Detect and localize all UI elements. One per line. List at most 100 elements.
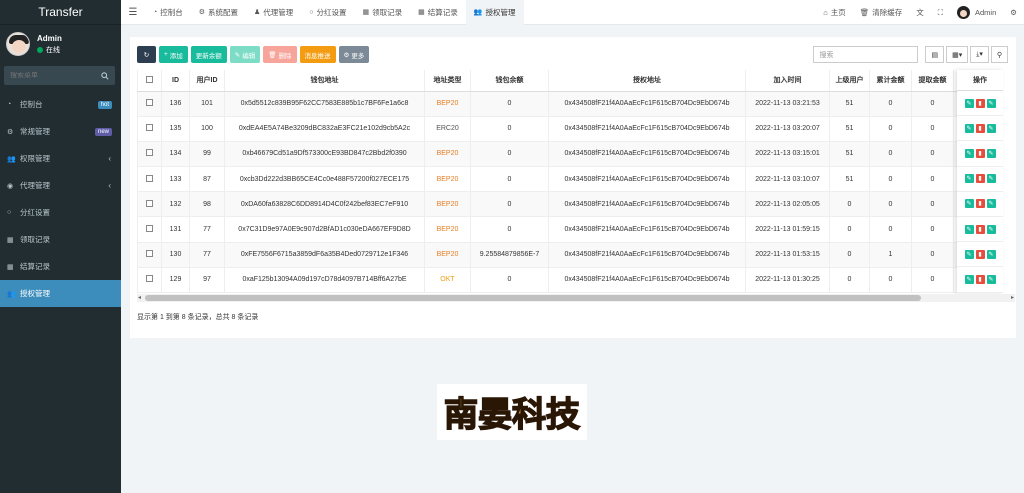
row-checkbox[interactable]	[137, 216, 162, 243]
col-id[interactable]: ID	[161, 70, 190, 92]
tab-agent[interactable]: ♟ 代理管理	[246, 0, 301, 25]
col-total[interactable]: 累计金额	[869, 70, 912, 92]
delete-icon[interactable]: ▮	[975, 274, 985, 284]
sidebar-item-dashboard[interactable]: ◔ 控制台 hot	[0, 91, 121, 118]
table-row[interactable]: 130 77 0xFE7556F6715a3859dF6a35B4Ded072971…	[137, 242, 960, 268]
home-link[interactable]: ⌂ 主页	[816, 7, 853, 18]
col-wallet[interactable]: 钱包地址	[224, 70, 425, 92]
scroll-thumb[interactable]	[145, 295, 921, 301]
search-toggle-icon[interactable]: ⚲	[990, 46, 1008, 63]
scroll-left-icon[interactable]: ◂	[138, 294, 141, 301]
edit-icon[interactable]: ✎	[986, 199, 996, 209]
col-auth-address[interactable]: 授权地址	[548, 70, 746, 92]
tab-dividend[interactable]: ○ 分红设置	[301, 0, 354, 25]
menu-toggle-icon[interactable]: ☰	[121, 7, 145, 18]
tab-authorization[interactable]: 👥 授权管理	[465, 0, 524, 25]
row-checkbox[interactable]	[137, 166, 162, 193]
row-checkbox[interactable]	[137, 191, 162, 218]
sidebar-item-dividend[interactable]: ○ 分红设置	[0, 199, 121, 226]
edit-icon[interactable]: ✎	[986, 98, 996, 108]
table-row[interactable]: 133 87 0xcb3Dd222d3BB65CE4Cc0e488F57200f02…	[137, 166, 960, 193]
col-parent[interactable]: 上级用户	[829, 70, 870, 92]
edit-icon[interactable]: ✎	[964, 123, 974, 133]
edit-icon[interactable]: ✎	[964, 249, 974, 259]
col-balance[interactable]: 钱包余额	[470, 70, 549, 92]
edit-icon[interactable]: ✎	[986, 148, 996, 158]
tab-system-config[interactable]: ⚙ 系统配置	[191, 0, 246, 25]
export-dropdown-icon[interactable]: ⤓▾	[970, 46, 989, 63]
select-all-checkbox[interactable]	[137, 70, 162, 92]
message-push-button[interactable]: 消息推送	[299, 46, 336, 63]
sidebar-item-claim-records[interactable]: ▦ 领取记录	[0, 226, 121, 253]
sidebar-item-agent[interactable]: ◉ 代理管理 ‹	[0, 172, 121, 199]
cell-balance: 9.25584879856E-7	[470, 242, 549, 268]
tab-claim-records[interactable]: ▦ 领取记录	[355, 0, 411, 25]
edit-icon[interactable]: ✎	[986, 274, 996, 284]
col-join-time[interactable]: 加入时间	[745, 70, 830, 92]
edit-icon[interactable]: ✎	[964, 224, 974, 234]
edit-icon[interactable]: ✎	[964, 148, 974, 158]
delete-icon[interactable]: ▮	[975, 249, 985, 259]
delete-icon[interactable]: ▮	[975, 199, 985, 209]
delete-icon[interactable]: ▮	[975, 224, 985, 234]
tab-settlement[interactable]: ▦ 结算记录	[410, 0, 466, 25]
update-balance-button[interactable]: 更新余额	[190, 46, 227, 63]
table-row[interactable]: 131 77 0x7C31D9e97A0E9c907d2BfAD1c030eDA66…	[137, 216, 960, 243]
table-row[interactable]: 135 100 0xdEA4E5A74Be3209dBC832aE3FC21e102…	[137, 116, 960, 142]
delete-icon[interactable]: ▮	[975, 174, 985, 184]
cell-user-id: 101	[189, 91, 225, 117]
cell-withdraw: 0	[911, 91, 954, 117]
edit-button[interactable]: ✎ 编辑	[229, 46, 261, 63]
edit-icon[interactable]: ✎	[986, 249, 996, 259]
add-button[interactable]: + 添加	[159, 46, 188, 63]
edit-icon[interactable]: ✎	[986, 174, 996, 184]
delete-icon[interactable]: ▮	[975, 123, 985, 133]
table-search-input[interactable]: 搜索	[813, 46, 919, 63]
settings-icon[interactable]: ⚙	[1003, 8, 1024, 17]
edit-icon[interactable]: ✎	[964, 199, 974, 209]
row-checkbox[interactable]	[137, 141, 162, 168]
row-checkbox[interactable]	[137, 267, 162, 294]
edit-icon[interactable]: ✎	[986, 123, 996, 133]
sidebar-search-input[interactable]	[10, 72, 90, 79]
sidebar-item-general[interactable]: ⚙ 常规管理 new	[0, 118, 121, 145]
refresh-button[interactable]: ↻	[137, 46, 156, 63]
col-withdraw[interactable]: 提取金额	[911, 70, 954, 92]
circle-icon: ○	[7, 209, 12, 216]
brand-title[interactable]: Transfer	[0, 0, 121, 25]
delete-icon[interactable]: ▮	[975, 148, 985, 158]
row-checkbox[interactable]	[137, 242, 162, 268]
edit-icon[interactable]: ✎	[986, 224, 996, 234]
scroll-right-icon[interactable]: ▸	[1011, 294, 1014, 301]
search-icon[interactable]	[101, 71, 109, 80]
sidebar-item-permission[interactable]: 👥 权限管理 ‹	[0, 145, 121, 172]
toggle-view-icon[interactable]: ▤	[925, 46, 945, 63]
edit-icon[interactable]: ✎	[964, 98, 974, 108]
edit-icon[interactable]: ✎	[964, 174, 974, 184]
delete-icon[interactable]: ▮	[975, 98, 985, 108]
table-row[interactable]: 132 98 0xDA60fa63828C6DD8914D4C0f242bef83E…	[137, 191, 960, 218]
tab-dashboard[interactable]: ◔ 控制台	[145, 0, 191, 25]
sidebar-item-settlement[interactable]: ▦ 结算记录	[0, 253, 121, 280]
cell-type: OKT	[424, 267, 471, 294]
sidebar-search[interactable]	[4, 66, 115, 85]
horizontal-scrollbar[interactable]: ◂ ▸	[137, 294, 1015, 302]
col-user-id[interactable]: 用户ID	[189, 70, 225, 92]
row-checkbox[interactable]	[137, 116, 162, 142]
table-row[interactable]: 129 97 0xaF125b13094A09d197cD78d4097B714Bf…	[137, 267, 960, 294]
table-row[interactable]: 134 99 0xb46679Cd51a9Df573300cE93BD847c2Bb…	[137, 141, 960, 168]
edit-icon[interactable]: ✎	[964, 274, 974, 284]
more-button[interactable]: ⚙ 更多	[338, 46, 370, 63]
col-type[interactable]: 地址类型	[424, 70, 471, 92]
table-row[interactable]: 136 101 0x5d5512c839B95F62CC7583E885b1c7BF…	[137, 91, 960, 117]
admin-menu[interactable]: Admin	[950, 6, 1003, 19]
sidebar-item-authorization[interactable]: 👥 授权管理	[0, 280, 121, 307]
delete-button[interactable]: 🗑 删除	[263, 46, 297, 63]
clear-cache-button[interactable]: 🗑 清除缓存	[853, 7, 910, 18]
cell-auth-address: 0x434508fF21f4A0AaEcFc1F615cB704Dc9EbD67…	[548, 166, 746, 193]
translate-icon[interactable]: 文	[909, 7, 931, 18]
columns-dropdown-icon[interactable]: ▦▾	[946, 46, 969, 63]
cell-withdraw: 0	[911, 116, 954, 142]
fullscreen-icon[interactable]: ⛶	[931, 8, 950, 18]
row-checkbox[interactable]	[137, 91, 162, 117]
